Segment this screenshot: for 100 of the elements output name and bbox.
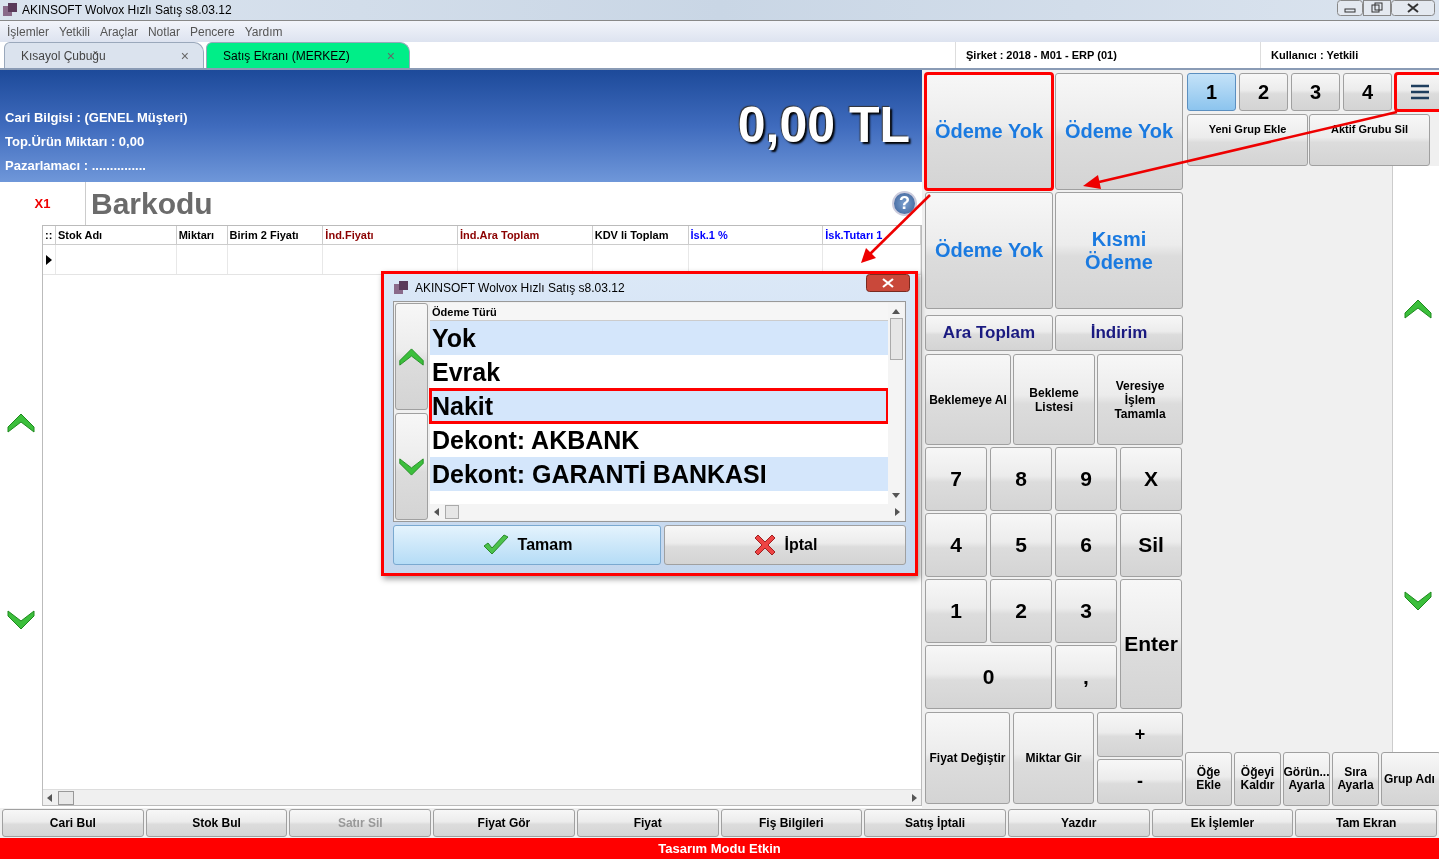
sign-key[interactable]: - bbox=[1097, 759, 1183, 804]
item-action-button[interactable]: Sıra Ayarla bbox=[1332, 752, 1379, 806]
close-icon[interactable] bbox=[1391, 0, 1435, 16]
column-header[interactable]: İnd.Fiyatı bbox=[323, 226, 459, 244]
column-header[interactable]: İsk.Tutarı 1 bbox=[823, 226, 921, 244]
item-action-button[interactable]: Grup Adı bbox=[1381, 752, 1439, 806]
function-button[interactable]: İndirim bbox=[1055, 315, 1183, 351]
group-tab[interactable]: 1 bbox=[1187, 73, 1236, 111]
column-header[interactable]: Miktarı bbox=[176, 226, 228, 244]
header-info: Top.Ürün Miktarı : 0,00 bbox=[5, 133, 145, 151]
numpad-key[interactable]: 4 bbox=[925, 513, 987, 577]
item-action-button[interactable]: Öğeyi Kaldır bbox=[1234, 752, 1281, 806]
grid-corner: :: bbox=[43, 226, 56, 244]
list-item[interactable]: Yok bbox=[430, 321, 888, 355]
function-button[interactable]: Ara Toplam bbox=[925, 315, 1053, 351]
function-button[interactable]: Beklemeye Al bbox=[925, 354, 1011, 445]
scroll-down-button[interactable] bbox=[395, 413, 428, 520]
chevron-down-icon bbox=[398, 455, 425, 478]
column-header[interactable]: KDV li Toplam bbox=[592, 226, 689, 244]
ok-button[interactable]: Tamam bbox=[393, 525, 661, 565]
list-item[interactable]: Nakit bbox=[430, 389, 888, 423]
column-header[interactable]: Stok Adı bbox=[55, 226, 177, 244]
numpad-key[interactable]: 1 bbox=[925, 579, 987, 643]
scrollbar-thumb[interactable] bbox=[889, 318, 903, 360]
toolbar-button[interactable]: Satış İptali bbox=[864, 809, 1006, 837]
cancel-button[interactable]: İptal bbox=[664, 525, 906, 565]
column-header[interactable]: Birim 2 Fiyatı bbox=[227, 226, 324, 244]
group-action-button[interactable]: Yeni Grup Ekle bbox=[1187, 114, 1308, 166]
menu-button[interactable] bbox=[1395, 73, 1439, 111]
app-icon bbox=[393, 279, 409, 296]
function-button[interactable]: Fiyat Değiştir bbox=[925, 712, 1010, 804]
scroll-down-icon[interactable] bbox=[1402, 590, 1433, 612]
toolbar-button[interactable]: Stok Bul bbox=[145, 809, 288, 837]
check-icon bbox=[481, 534, 510, 556]
list-item[interactable]: Dekont: AKBANK bbox=[430, 423, 888, 457]
numpad-key[interactable]: 9 bbox=[1055, 447, 1117, 511]
close-tab-button[interactable]: × bbox=[386, 47, 395, 64]
close-icon[interactable] bbox=[866, 274, 910, 292]
function-button[interactable]: Bekleme Listesi bbox=[1013, 354, 1095, 445]
toolbar-button[interactable]: Ek İşlemler bbox=[1151, 809, 1294, 837]
horizontal-scrollbar[interactable] bbox=[43, 789, 921, 805]
group-tab[interactable]: 2 bbox=[1239, 73, 1288, 111]
toolbar-button[interactable]: Fiş Bilgileri bbox=[720, 809, 863, 837]
list-item[interactable]: Dekont: GARANTİ BANKASI bbox=[430, 457, 888, 491]
numpad-key[interactable]: X bbox=[1120, 447, 1182, 511]
payment-button[interactable]: Kısmi Ödeme bbox=[1055, 192, 1183, 309]
function-button[interactable]: Veresiye İşlem Tamamla bbox=[1097, 354, 1183, 445]
scroll-right-icon bbox=[912, 793, 917, 802]
numpad-key[interactable]: 8 bbox=[990, 447, 1052, 511]
menu-item[interactable]: Notlar bbox=[142, 24, 185, 39]
sale-total: 0,00 TL bbox=[737, 96, 910, 154]
function-button[interactable]: Miktar Gir bbox=[1013, 712, 1094, 804]
numpad-key[interactable]: , bbox=[1055, 645, 1117, 709]
user-info: Kullanıcı : Yetkili bbox=[1260, 42, 1439, 68]
menu-item[interactable]: İşlemler bbox=[2, 24, 54, 39]
scroll-down-icon[interactable] bbox=[6, 608, 36, 631]
list-item[interactable]: Evrak bbox=[430, 355, 888, 389]
vertical-scrollbar[interactable] bbox=[888, 303, 904, 504]
numpad-key[interactable]: Enter bbox=[1120, 579, 1182, 709]
restore-icon[interactable] bbox=[1363, 0, 1391, 16]
tab[interactable]: Kısayol Çubuğu × bbox=[4, 42, 204, 68]
numpad-key[interactable]: 5 bbox=[990, 513, 1052, 577]
numpad-key[interactable]: Sil bbox=[1120, 513, 1182, 577]
menu-item[interactable]: Araçlar bbox=[94, 24, 143, 39]
scroll-left-icon bbox=[47, 793, 52, 802]
column-header[interactable]: İnd.Ara Toplam bbox=[458, 226, 593, 244]
menu-item[interactable]: Yetkili bbox=[54, 24, 95, 39]
numpad-key[interactable]: 0 bbox=[925, 645, 1052, 709]
scroll-down-icon bbox=[892, 493, 900, 498]
horizontal-scrollbar[interactable] bbox=[430, 504, 904, 520]
numpad-key[interactable]: 3 bbox=[1055, 579, 1117, 643]
close-tab-button[interactable]: × bbox=[180, 47, 189, 64]
toolbar-button[interactable]: Yazdır bbox=[1007, 809, 1150, 837]
scrollbar-thumb[interactable] bbox=[445, 505, 459, 519]
item-action-button[interactable]: Görün... Ayarla bbox=[1283, 752, 1330, 806]
scrollbar-thumb[interactable] bbox=[58, 790, 74, 805]
sign-key[interactable]: + bbox=[1097, 712, 1183, 757]
scroll-up-icon[interactable] bbox=[6, 412, 36, 435]
group-tab[interactable]: 4 bbox=[1343, 73, 1392, 111]
help-button[interactable]: ? bbox=[892, 191, 917, 216]
quantity-multiplier: X1 bbox=[33, 196, 52, 211]
scroll-right-icon bbox=[895, 508, 900, 516]
toolbar-button[interactable]: Tam Ekran bbox=[1295, 809, 1438, 837]
menu-item[interactable]: Yardım bbox=[239, 24, 288, 39]
toolbar-button[interactable]: Fiyat Gör bbox=[433, 809, 575, 837]
numpad-key[interactable]: 6 bbox=[1055, 513, 1117, 577]
group-tab[interactable]: 3 bbox=[1291, 73, 1340, 111]
numpad-key[interactable]: 2 bbox=[990, 579, 1052, 643]
item-action-button[interactable]: Öğe Ekle bbox=[1185, 752, 1232, 806]
tab[interactable]: Satış Ekranı (MERKEZ) × bbox=[206, 42, 410, 68]
toolbar-button[interactable]: Cari Bul bbox=[2, 809, 144, 837]
scroll-left-icon bbox=[434, 508, 439, 516]
scroll-up-button[interactable] bbox=[395, 303, 428, 410]
header-info: Pazarlamacı : ............... bbox=[5, 157, 146, 175]
toolbar-button[interactable]: Fiyat bbox=[576, 809, 719, 837]
scroll-up-icon[interactable] bbox=[1402, 298, 1433, 320]
column-header[interactable]: İsk.1 % bbox=[688, 226, 824, 244]
numpad-key[interactable]: 7 bbox=[925, 447, 987, 511]
menu-item[interactable]: Pencere bbox=[184, 24, 240, 39]
minimize-icon[interactable] bbox=[1337, 0, 1363, 16]
